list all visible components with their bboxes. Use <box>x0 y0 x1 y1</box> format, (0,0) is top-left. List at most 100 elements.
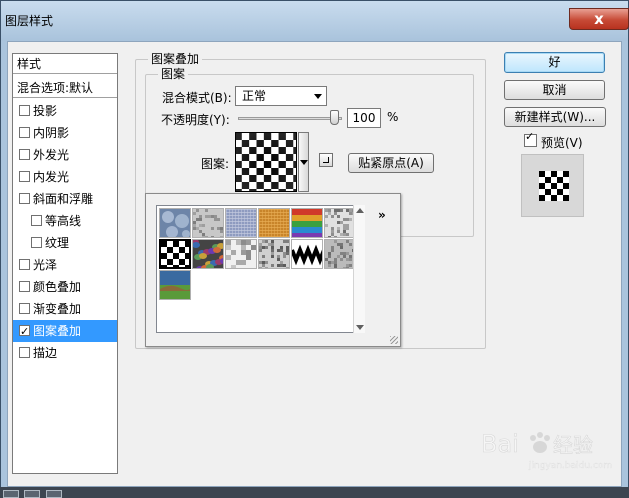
ok-button[interactable]: 好 <box>504 52 605 73</box>
style-item[interactable]: 描边 <box>13 342 117 364</box>
preview-checkbox[interactable] <box>524 130 537 147</box>
style-item-checkbox[interactable] <box>19 127 30 138</box>
pattern-tile[interactable] <box>324 239 356 269</box>
pattern-tile[interactable] <box>258 208 290 238</box>
checkerboard-warp-icon <box>236 133 296 191</box>
pattern-tile[interactable] <box>258 239 290 269</box>
style-item[interactable]: 投影 <box>13 100 117 122</box>
pattern-tile[interactable] <box>159 270 191 300</box>
style-item-checkbox[interactable] <box>19 259 30 270</box>
pattern-swatch[interactable] <box>235 132 297 192</box>
style-item-checkbox[interactable] <box>19 105 30 116</box>
style-item-checkbox[interactable] <box>19 171 30 182</box>
resize-grip-icon[interactable] <box>390 336 398 344</box>
pattern-tile[interactable] <box>324 208 356 238</box>
gravel-pattern-icon <box>193 209 223 237</box>
style-item[interactable]: 内阴影 <box>13 122 117 144</box>
pattern-picker-popup: » <box>145 193 401 347</box>
style-item-label: 投影 <box>33 104 58 118</box>
style-item-checkbox[interactable] <box>19 321 30 343</box>
style-item-checkbox[interactable] <box>19 281 30 292</box>
opacity-slider-thumb[interactable] <box>330 110 339 125</box>
pattern-tile[interactable] <box>159 208 191 238</box>
opacity-slider-track[interactable] <box>238 117 342 120</box>
watermark-text: Bai <box>481 430 519 458</box>
baidu-watermark-logo: Bai 经验 jingyan.baidu.com <box>471 426 621 476</box>
blending-options-item[interactable]: 混合选项:默认 <box>13 78 117 98</box>
watermark-suffix: 经验 <box>553 433 593 457</box>
pattern-picker-scrollbar[interactable] <box>353 205 365 333</box>
style-item[interactable]: 图案叠加 <box>13 320 117 343</box>
style-item[interactable]: 内发光 <box>13 166 117 188</box>
style-item-label: 外发光 <box>33 148 70 162</box>
style-item-checkbox[interactable] <box>19 347 30 358</box>
rainbow-stripes-pattern-icon <box>292 209 322 237</box>
zigzag-pattern-icon <box>292 240 322 268</box>
opacity-input[interactable]: 100 <box>347 108 381 128</box>
taskbar-box <box>3 490 19 498</box>
style-item-checkbox[interactable] <box>31 215 42 226</box>
layer-style-dialog: 图层样式 x 样式 混合选项:默认 投影内阴影外发光内发光斜面和浮雕等高线纹理光… <box>0 0 629 492</box>
style-item-label: 渐变叠加 <box>33 302 82 316</box>
taskbar-strip <box>0 487 629 498</box>
pattern-tile[interactable] <box>291 239 323 269</box>
scroll-down-icon[interactable] <box>356 325 364 330</box>
chevron-down-icon <box>300 160 308 165</box>
bubbles-pattern-icon <box>160 209 190 237</box>
style-item[interactable]: 等高线 <box>13 210 117 232</box>
style-item-checkbox[interactable] <box>19 303 30 314</box>
check-icon <box>525 130 536 146</box>
pattern-tile[interactable] <box>192 239 224 269</box>
style-item-label: 图案叠加 <box>33 324 82 338</box>
style-item-label: 等高线 <box>45 214 82 228</box>
style-item[interactable]: 渐变叠加 <box>13 298 117 320</box>
cancel-button[interactable]: 取消 <box>504 80 605 100</box>
new-style-button[interactable]: 新建样式(W)... <box>504 107 606 127</box>
orange-burlap-pattern-icon <box>259 209 289 237</box>
checkerboard-pattern-icon <box>161 241 189 267</box>
marble-pattern-icon <box>325 209 355 237</box>
blend-mode-value: 正常 <box>242 89 267 103</box>
style-item-label: 纹理 <box>45 236 70 250</box>
blue-fabric-pattern-icon <box>226 209 256 237</box>
pattern-tile[interactable] <box>225 239 257 269</box>
style-item[interactable]: 纹理 <box>13 232 117 254</box>
blend-mode-label: 混合模式(B): <box>162 91 232 105</box>
style-item-checkbox[interactable] <box>19 149 30 160</box>
pattern-tile[interactable] <box>291 208 323 238</box>
clouds-pattern-icon <box>226 240 256 268</box>
new-preset-button[interactable] <box>319 153 333 167</box>
pattern-overlay-group-title: 图案叠加 <box>148 52 203 66</box>
pattern-tile[interactable] <box>192 208 224 238</box>
watermark-domain: jingyan.baidu.com <box>528 461 612 471</box>
colorful-stones-pattern-icon <box>193 240 223 268</box>
pattern-label: 图案: <box>201 157 230 171</box>
pattern-subgroup-title: 图案 <box>158 67 189 81</box>
style-item[interactable]: 外发光 <box>13 144 117 166</box>
title-bar[interactable]: 图层样式 x <box>1 1 629 41</box>
style-list-header[interactable]: 样式 <box>13 54 117 74</box>
landscape-pattern-icon <box>160 271 190 299</box>
style-item-label: 斜面和浮雕 <box>33 192 94 206</box>
snap-to-origin-button[interactable]: 贴紧原点(A) <box>348 153 434 173</box>
style-item[interactable]: 颜色叠加 <box>13 276 117 298</box>
blend-mode-select[interactable]: 正常 <box>235 86 327 106</box>
style-preview <box>521 154 584 217</box>
style-item[interactable]: 斜面和浮雕 <box>13 188 117 210</box>
pattern-dropdown-button[interactable] <box>298 132 309 192</box>
style-item-checkbox[interactable] <box>31 237 42 248</box>
picker-menu-icon[interactable]: » <box>378 208 386 222</box>
opacity-label: 不透明度(Y): <box>161 113 230 127</box>
scroll-up-icon[interactable] <box>356 208 364 213</box>
style-item-label: 颜色叠加 <box>33 280 82 294</box>
style-item-label: 描边 <box>33 346 58 360</box>
style-list: 样式 混合选项:默认 投影内阴影外发光内发光斜面和浮雕等高线纹理光泽颜色叠加渐变… <box>12 53 118 474</box>
style-item-label: 内阴影 <box>33 126 70 140</box>
close-button[interactable]: x <box>569 8 629 30</box>
noise-pattern-icon <box>259 240 289 268</box>
pattern-tile[interactable] <box>225 208 257 238</box>
chevron-down-icon <box>314 94 322 99</box>
pattern-tile[interactable] <box>159 239 191 269</box>
style-item-checkbox[interactable] <box>19 193 30 204</box>
style-item[interactable]: 光泽 <box>13 254 117 276</box>
